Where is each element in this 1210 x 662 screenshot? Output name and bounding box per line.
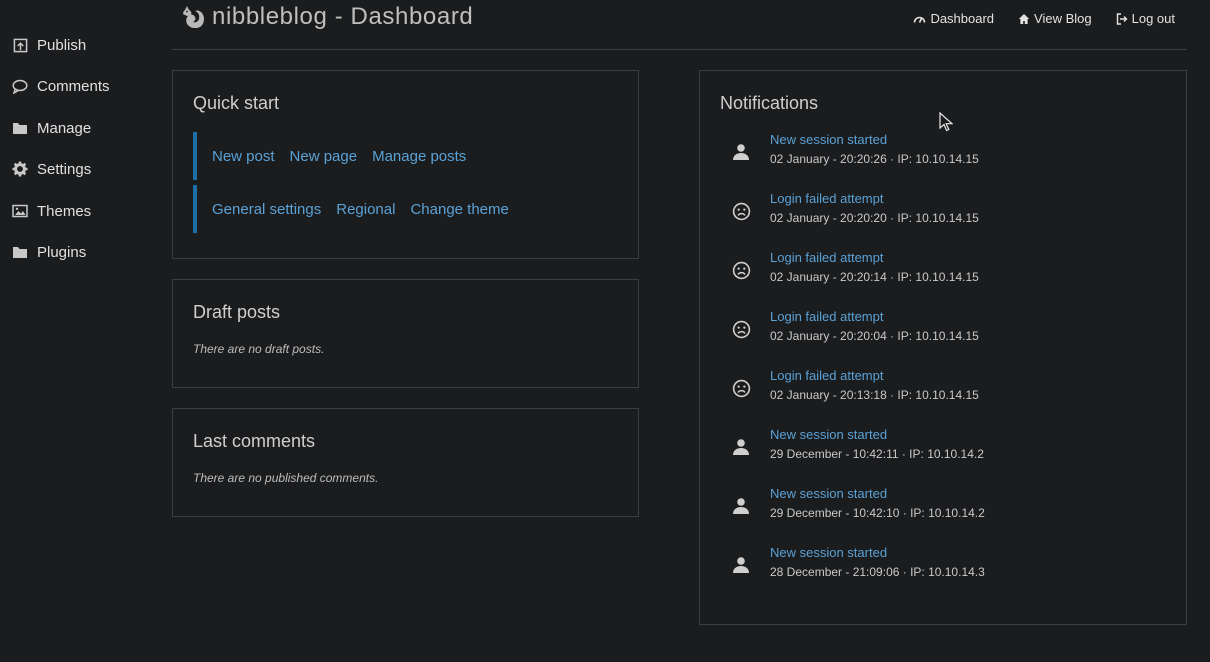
notification-meta: 02 January - 20:20:04 · IP: 10.10.14.15 xyxy=(770,329,979,343)
notification-title-link[interactable]: Login failed attempt xyxy=(770,368,883,383)
draft-posts-panel: Draft posts There are no draft posts. xyxy=(172,279,639,388)
publish-icon xyxy=(12,37,28,53)
quick-start-panel: Quick start New post New page Manage pos… xyxy=(172,70,639,259)
sidebar-item-label: Comments xyxy=(37,77,110,95)
frown-icon xyxy=(730,377,752,399)
top-nav: Dashboard View Blog Log out xyxy=(913,11,1175,26)
notification-meta: 02 January - 20:20:26 · IP: 10.10.14.15 xyxy=(770,152,979,166)
sidebar-item-settings[interactable]: Settings xyxy=(12,157,91,181)
gear-icon xyxy=(12,161,28,177)
home-icon xyxy=(1018,13,1030,25)
notification-item: New session started 02 January - 20:20:2… xyxy=(720,132,1160,172)
notification-meta: 02 January - 20:20:20 · IP: 10.10.14.15 xyxy=(770,211,979,225)
notification-meta: 02 January - 20:13:18 · IP: 10.10.14.15 xyxy=(770,388,979,402)
user-icon xyxy=(730,436,752,458)
last-comments-title: Last comments xyxy=(193,431,316,451)
user-icon xyxy=(730,141,752,163)
notification-title-link[interactable]: New session started xyxy=(770,486,887,501)
sidebar-item-label: Settings xyxy=(37,160,92,178)
folder-icon xyxy=(12,120,28,136)
nav-view-blog-label: View Blog xyxy=(1034,11,1092,26)
nav-view-blog-link[interactable]: View Blog xyxy=(1018,11,1092,26)
notification-meta: 28 December - 21:09:06 · IP: 10.10.14.3 xyxy=(770,565,985,579)
notification-title-link[interactable]: New session started xyxy=(770,132,887,147)
quick-start-row: General settings Regional Change theme xyxy=(193,185,509,233)
nav-dashboard-label: Dashboard xyxy=(930,11,995,26)
notification-meta: 29 December - 10:42:10 · IP: 10.10.14.2 xyxy=(770,506,985,520)
notification-title-link[interactable]: New session started xyxy=(770,545,887,560)
mouse-cursor-icon xyxy=(939,111,954,132)
nav-dashboard-link[interactable]: Dashboard xyxy=(913,11,994,26)
quick-start-row: New post New page Manage posts xyxy=(193,132,466,180)
new-page-link[interactable]: New page xyxy=(290,148,358,165)
sidebar-item-publish[interactable]: Publish xyxy=(12,33,86,57)
last-comments-empty-text: There are no published comments. xyxy=(193,471,379,485)
sidebar-item-label: Publish xyxy=(37,36,87,54)
user-icon xyxy=(730,495,752,517)
nav-logout-label: Log out xyxy=(1131,11,1175,26)
sidebar-item-themes[interactable]: Themes xyxy=(12,199,91,223)
notification-title-link[interactable]: Login failed attempt xyxy=(770,309,883,324)
notification-meta: 29 December - 10:42:11 · IP: 10.10.14.2 xyxy=(770,447,984,461)
sidebar-item-plugins[interactable]: Plugins xyxy=(12,240,86,264)
top-header: nibbleblog - Dashboard Dashboard View Bl… xyxy=(172,0,1187,50)
new-post-link[interactable]: New post xyxy=(212,148,275,165)
page-title: nibbleblog - Dashboard xyxy=(212,3,474,30)
notifications-panel: Notifications New session started 02 Jan… xyxy=(699,70,1187,625)
comment-icon xyxy=(12,78,28,94)
notification-item: Login failed attempt 02 January - 20:20:… xyxy=(720,309,1160,349)
change-theme-link[interactable]: Change theme xyxy=(410,201,508,218)
notification-item: Login failed attempt 02 January - 20:13:… xyxy=(720,368,1160,408)
notification-item: New session started 29 December - 10:42:… xyxy=(720,427,1160,467)
notification-item: Login failed attempt 02 January - 20:20:… xyxy=(720,250,1160,290)
manage-posts-link[interactable]: Manage posts xyxy=(372,148,466,165)
notification-item: New session started 29 December - 10:42:… xyxy=(720,486,1160,526)
folder-icon xyxy=(12,244,28,260)
frown-icon xyxy=(730,318,752,340)
notification-meta: 02 January - 20:20:14 · IP: 10.10.14.15 xyxy=(770,270,979,284)
sidebar-item-label: Themes xyxy=(37,202,92,220)
draft-posts-title: Draft posts xyxy=(193,302,281,322)
sidebar-item-label: Manage xyxy=(37,119,92,137)
quick-start-title: Quick start xyxy=(193,93,280,113)
frown-icon xyxy=(730,200,752,222)
notifications-title: Notifications xyxy=(720,93,819,113)
sidebar-item-manage[interactable]: Manage xyxy=(12,116,91,140)
notification-title-link[interactable]: Login failed attempt xyxy=(770,191,883,206)
notification-title-link[interactable]: Login failed attempt xyxy=(770,250,883,265)
general-settings-link[interactable]: General settings xyxy=(212,201,321,218)
last-comments-panel: Last comments There are no published com… xyxy=(172,408,639,517)
user-icon xyxy=(730,554,752,576)
nav-logout-link[interactable]: Log out xyxy=(1116,11,1175,26)
logout-icon xyxy=(1116,12,1128,25)
draft-posts-empty-text: There are no draft posts. xyxy=(193,342,325,356)
notification-item: New session started 28 December - 21:09:… xyxy=(720,545,1160,585)
image-icon xyxy=(12,203,28,219)
sidebar-item-comments[interactable]: Comments xyxy=(12,74,110,98)
notification-item: Login failed attempt 02 January - 20:20:… xyxy=(720,191,1160,231)
regional-link[interactable]: Regional xyxy=(336,201,395,218)
notification-title-link[interactable]: New session started xyxy=(770,427,887,442)
sidebar-item-label: Plugins xyxy=(37,243,87,261)
dashboard-icon xyxy=(913,13,926,24)
frown-icon xyxy=(730,259,752,281)
squirrel-logo-icon xyxy=(180,4,206,30)
